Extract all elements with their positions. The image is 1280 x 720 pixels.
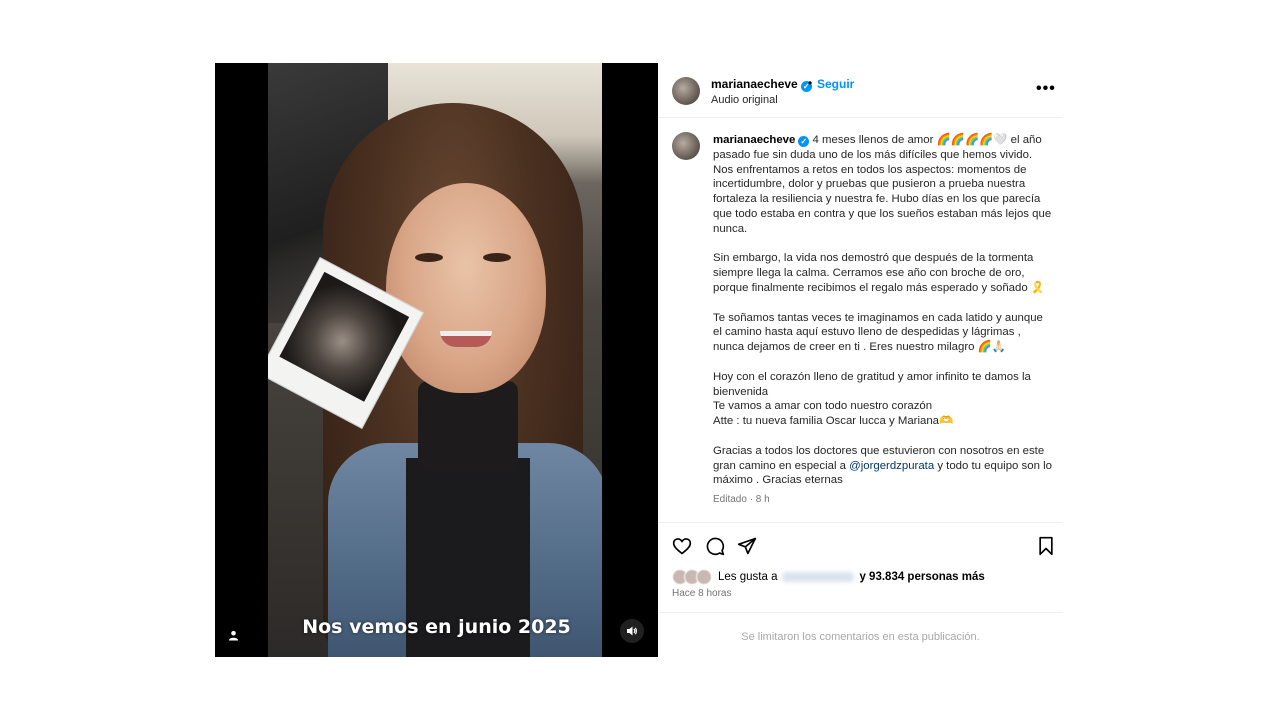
caption-paragraph: Te soñamos tantas veces te imaginamos en… xyxy=(713,311,1043,354)
send-icon xyxy=(737,537,757,555)
mention-link[interactable]: @jorgerdzpurata xyxy=(849,460,934,472)
post-actions: Les gusta a y 93.834 personas más Hace 8… xyxy=(658,522,1063,677)
likes-summary[interactable]: Les gusta a y 93.834 personas más xyxy=(672,569,985,585)
liker-avatars xyxy=(672,569,712,585)
user-icon xyxy=(228,630,238,641)
likes-prefix: Les gusta a xyxy=(718,571,778,583)
photo-subject-eye xyxy=(415,253,443,262)
caption-paragraph: marianaecheve ✓ 4 meses llenos de amor 🌈🌈… xyxy=(713,133,1053,237)
caption-text: 4 meses llenos de amor 🌈🌈🌈🌈🤍 el año pasa… xyxy=(713,134,1052,235)
likes-count-text[interactable]: y 93.834 personas más xyxy=(859,571,984,583)
audio-toggle-button[interactable] xyxy=(620,619,644,643)
photo-subject-face xyxy=(386,183,546,393)
caption-username-link[interactable]: marianaecheve ✓ xyxy=(713,134,810,147)
username-link[interactable]: marianaecheve ✓ xyxy=(711,77,812,92)
avatar[interactable] xyxy=(672,77,700,105)
photo-subject-smile xyxy=(440,331,492,347)
share-button[interactable] xyxy=(735,534,759,558)
post-details-pane: marianaecheve ✓ • Seguir Audio original •… xyxy=(658,63,1063,657)
like-button[interactable] xyxy=(670,534,694,558)
post-photo[interactable] xyxy=(268,63,602,657)
post-caption: marianaecheve ✓ 4 meses llenos de amor 🌈🌈… xyxy=(713,133,1053,508)
heart-icon xyxy=(672,538,692,555)
caption-paragraph: Hoy con el corazón lleno de gratitud y a… xyxy=(713,370,1031,428)
avatar[interactable] xyxy=(672,132,700,160)
caption-username-text: marianaecheve xyxy=(713,134,796,146)
tagged-users-button[interactable] xyxy=(221,623,245,647)
edited-timestamp: Editado · 8 h xyxy=(713,493,770,505)
photo-subject-eye xyxy=(483,253,511,262)
avatar xyxy=(696,569,712,585)
post-header: marianaecheve ✓ • Seguir Audio original •… xyxy=(658,63,1063,118)
username-text: marianaecheve xyxy=(711,77,798,91)
audio-link[interactable]: Audio original xyxy=(711,94,778,106)
photo-subject-neck xyxy=(418,381,518,471)
media-overlay-text: Nos vemos en junio 2025 xyxy=(302,616,571,638)
follow-button[interactable]: Seguir xyxy=(817,77,854,91)
more-options-icon[interactable]: ••• xyxy=(1036,80,1056,98)
comment-button[interactable] xyxy=(703,534,727,558)
comment-icon xyxy=(706,537,725,556)
speaker-icon xyxy=(627,626,637,636)
caption-paragraph: Sin embargo, la vida nos demostró que de… xyxy=(713,252,1046,294)
comments-disabled-notice: Se limitaron los comentarios en esta pub… xyxy=(658,612,1063,643)
bookmark-icon xyxy=(1039,536,1053,556)
verified-badge-icon: ✓ xyxy=(798,136,810,147)
caption-paragraph: Gracias a todos los doctores que estuvie… xyxy=(713,444,1053,488)
caption-section: marianaecheve ✓ 4 meses llenos de amor 🌈🌈… xyxy=(658,119,1063,522)
save-button[interactable] xyxy=(1034,534,1058,558)
post-media[interactable]: Nos vemos en junio 2025 xyxy=(215,63,658,657)
separator-dot: • xyxy=(808,76,813,90)
post-time: Hace 8 horas xyxy=(672,588,732,599)
blurred-username xyxy=(782,572,855,582)
